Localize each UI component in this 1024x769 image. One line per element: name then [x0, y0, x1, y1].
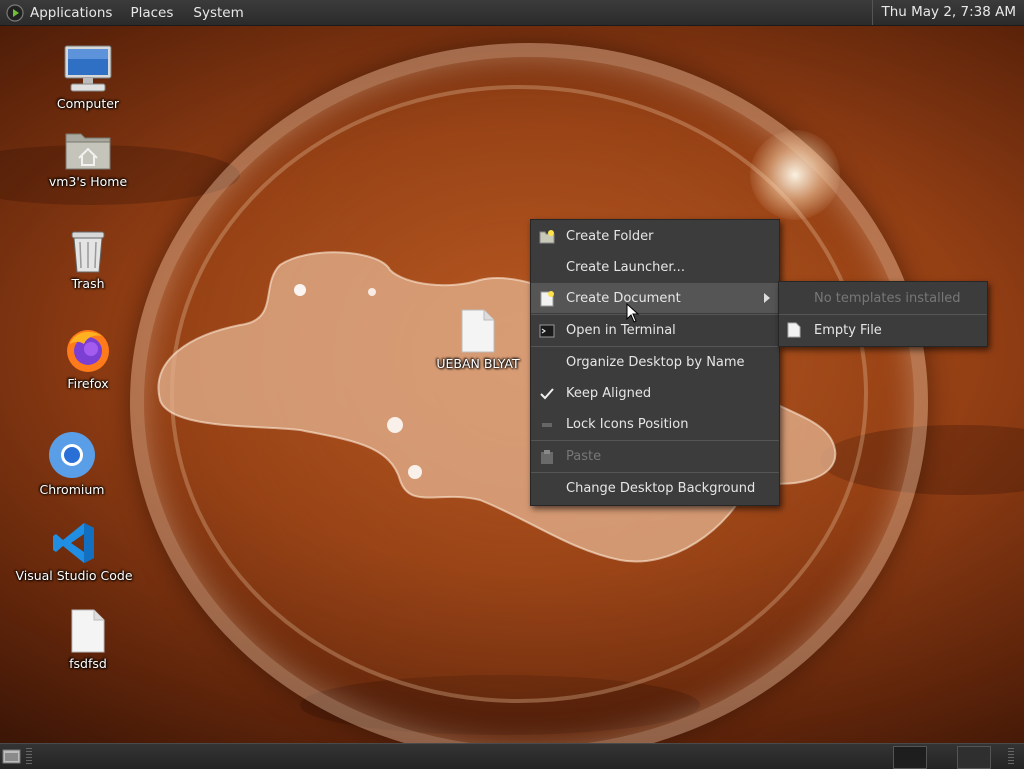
menu-item-label: Paste	[566, 449, 602, 464]
desktop-icon-label: UEBAN BLYAT	[436, 356, 520, 371]
menu-item-label: Create Folder	[566, 229, 654, 244]
system-menu-label: System	[193, 4, 244, 21]
show-desktop-icon[interactable]	[2, 748, 22, 765]
terminal-icon	[539, 324, 555, 338]
firefox-icon	[67, 330, 109, 372]
computer-icon	[64, 45, 112, 92]
menu-item-keep-aligned[interactable]: Keep Aligned	[531, 379, 779, 408]
system-menu[interactable]: System	[183, 0, 253, 25]
paste-icon	[541, 450, 553, 464]
trash-icon	[71, 231, 105, 273]
desktop-icon-home[interactable]: vm3's Home	[28, 128, 148, 189]
menu-item-label: Lock Icons Position	[566, 417, 689, 432]
submenu-item-label: No templates installed	[814, 291, 961, 306]
desktop-icon-label: vm3's Home	[48, 174, 128, 189]
menu-item-label: Organize Desktop by Name	[566, 355, 745, 370]
desktop-icon-label: Visual Studio Code	[15, 568, 133, 583]
submenu-item-no-templates: No templates installed	[779, 283, 987, 313]
menu-item-change-background[interactable]: Change Desktop Background	[531, 474, 779, 503]
menu-separator	[779, 314, 987, 315]
distro-logo-icon	[6, 3, 24, 22]
desktop-icon-vscode[interactable]: Visual Studio Code	[14, 520, 134, 583]
menu-item-paste: Paste	[531, 442, 779, 471]
menu-separator	[531, 346, 779, 347]
new-document-icon	[540, 291, 554, 307]
desktop-icon-computer[interactable]: Computer	[28, 44, 148, 111]
mouse-cursor-icon	[626, 303, 640, 323]
applications-menu-label: Applications	[30, 4, 113, 21]
menu-item-lock-icons-position[interactable]: Lock Icons Position	[531, 410, 779, 439]
menu-separator	[531, 440, 779, 441]
desktop-icon-label: fsdfsd	[69, 656, 107, 671]
file-icon	[461, 309, 495, 353]
desktop-icon-trash[interactable]: Trash	[28, 226, 148, 291]
bottom-panel	[0, 743, 1024, 769]
menu-item-organize-by-name[interactable]: Organize Desktop by Name	[531, 348, 779, 377]
desktop-icon-ueban-blyat[interactable]: UEBAN BLYAT	[418, 308, 538, 371]
places-menu[interactable]: Places	[120, 0, 183, 25]
places-menu-label: Places	[130, 4, 174, 21]
chromium-icon	[49, 432, 95, 478]
desktop-wallpaper[interactable]	[0, 25, 1024, 743]
menu-item-label: Change Desktop Background	[566, 481, 756, 496]
workspace-1[interactable]	[893, 746, 927, 769]
submenu-item-empty-file[interactable]: Empty File	[779, 316, 987, 346]
checkmark-icon	[540, 388, 554, 400]
menu-item-create-folder[interactable]: Create Folder	[531, 222, 779, 251]
menu-separator	[531, 314, 779, 315]
clock[interactable]: Thu May 2, 7:38 AM	[872, 0, 1020, 25]
create-document-submenu: No templates installed Empty File	[778, 281, 988, 347]
desktop-icon-firefox[interactable]: Firefox	[28, 326, 148, 391]
top-panel: Applications Places System Thu May 2, 7:…	[0, 0, 1024, 26]
wallpaper-glare	[750, 130, 840, 220]
desktop-icon-label: Computer	[56, 96, 120, 111]
file-icon	[71, 609, 105, 653]
menu-item-label: Create Document	[566, 291, 681, 306]
vscode-icon	[53, 523, 94, 563]
desktop-icon-label: Firefox	[67, 376, 109, 391]
panel-drag-handle[interactable]	[1008, 748, 1014, 765]
menu-item-label: Open in Terminal	[566, 323, 676, 338]
desktop-context-menu: Create Folder Create Launcher... Create …	[530, 219, 780, 506]
menu-item-label: Keep Aligned	[566, 386, 652, 401]
desktop-icon-fsdfsd[interactable]: fsdfsd	[28, 608, 148, 671]
menu-item-open-terminal[interactable]: Open in Terminal	[531, 316, 779, 345]
file-icon	[787, 322, 801, 338]
home-folder-icon	[65, 133, 111, 170]
workspace-2[interactable]	[957, 746, 991, 769]
submenu-item-label: Empty File	[814, 323, 882, 338]
desktop-icon-chromium[interactable]: Chromium	[12, 430, 132, 497]
menu-item-label: Create Launcher...	[566, 260, 685, 275]
menu-separator	[531, 472, 779, 473]
unchecked-box-icon	[542, 423, 552, 427]
panel-drag-handle[interactable]	[26, 748, 32, 765]
desktop-icon-label: Chromium	[39, 482, 105, 497]
menu-item-create-launcher[interactable]: Create Launcher...	[531, 253, 779, 282]
menu-item-create-document[interactable]: Create Document	[531, 284, 779, 313]
submenu-arrow-icon	[764, 293, 770, 303]
new-folder-icon	[539, 230, 555, 244]
desktop-icon-label: Trash	[71, 276, 105, 291]
applications-menu[interactable]: Applications	[0, 0, 120, 25]
